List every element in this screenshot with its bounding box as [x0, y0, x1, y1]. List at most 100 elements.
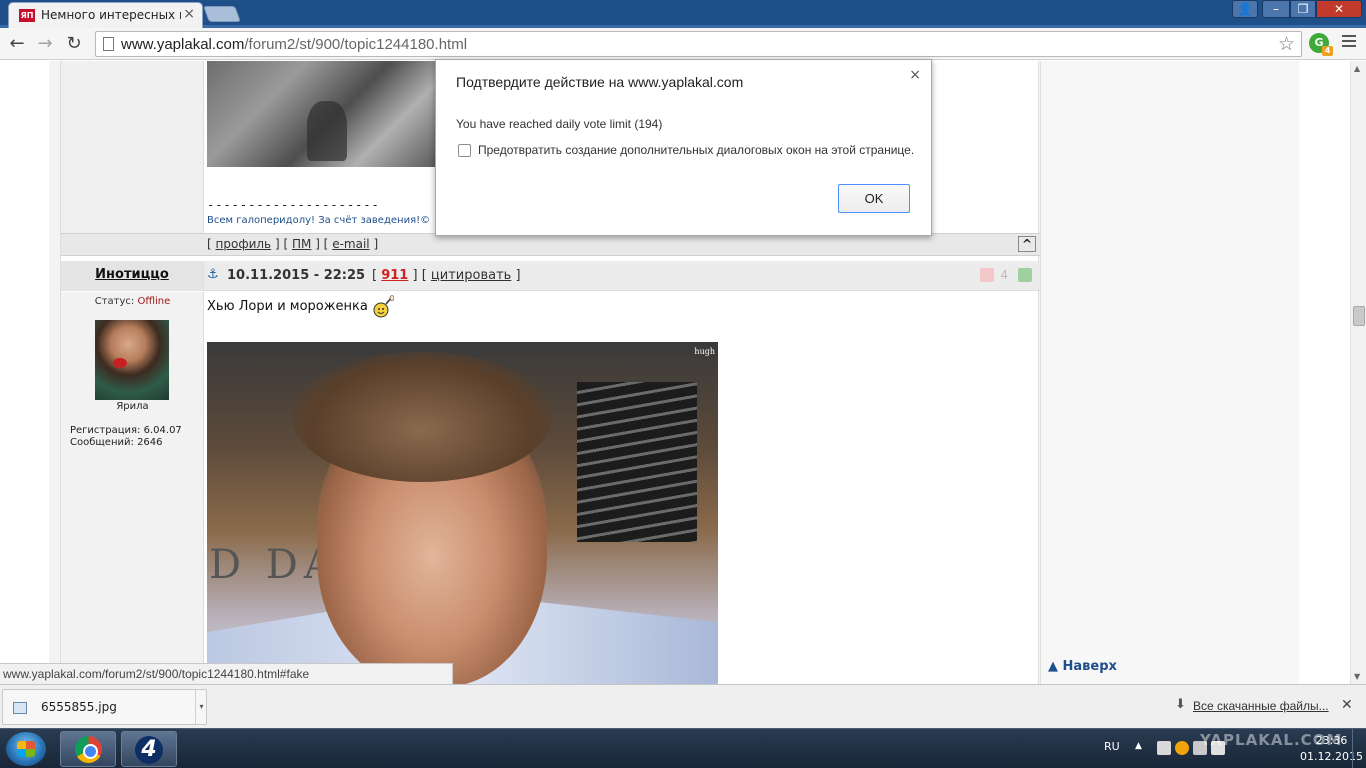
vote-up-icon[interactable] — [1018, 268, 1032, 282]
extension-icon[interactable]: G4 — [1309, 33, 1333, 56]
suppress-dialogs-label[interactable]: Предотвратить создание дополнительных ди… — [478, 143, 914, 157]
new-tab-button[interactable] — [203, 6, 241, 22]
close-window-button[interactable]: ✕ — [1316, 0, 1362, 18]
vote-count: 4 — [1000, 268, 1008, 282]
back-arrow-icon[interactable]: ← — [6, 33, 28, 55]
app-tray-icon[interactable] — [1175, 741, 1189, 755]
previous-post-footer: [ профиль ] [ ПМ ] [ e-mail ] ^ — [61, 233, 1040, 256]
to-top-button[interactable]: ^ — [1017, 236, 1036, 252]
all-downloads-link[interactable]: Все скачанные файлы... — [1193, 699, 1329, 713]
user-status: Статус: Offline — [61, 296, 204, 307]
bracket-close: ] — [373, 237, 379, 251]
scroll-down-arrow-icon[interactable]: ▼ — [1354, 672, 1360, 681]
reg-label: Регистрация: — [70, 425, 141, 436]
bracket-open: [ — [207, 237, 212, 251]
extension-badge: 4 — [1322, 46, 1333, 56]
posts-label: Сообщений: — [70, 437, 134, 448]
channel4-icon: 4 — [135, 736, 163, 764]
smiley-icon — [373, 295, 394, 318]
post-header: Инотиццо ⚓ 10.11.2015 - 22:25 [ 911 ] [ … — [61, 261, 1040, 291]
url-host: www.yaplakal.com — [121, 36, 245, 53]
taskbar-chrome-button[interactable] — [60, 731, 116, 767]
reg-value: 6.04.07 — [143, 425, 182, 436]
bracket-open: [ — [372, 268, 378, 283]
anchor-icon[interactable]: ⚓ — [207, 267, 219, 282]
image-hair — [292, 352, 552, 482]
profile-icon[interactable]: 👤 — [1232, 0, 1258, 18]
tab-title: Немного интересных ист — [41, 8, 181, 22]
dialog-title: Подтвердите действие на www.yaplakal.com — [456, 74, 744, 90]
tab-close-icon[interactable]: × — [183, 6, 195, 22]
url-text[interactable]: www.yaplakal.com/forum2/st/900/topic1244… — [121, 36, 467, 53]
vote-down-icon[interactable] — [980, 268, 994, 282]
flag-tray-icon[interactable] — [1157, 741, 1171, 755]
minimize-button[interactable]: – — [1262, 0, 1290, 18]
browser-titlebar: ЯП Немного интересных ист × 👤 – ❐ ✕ — [0, 0, 1366, 28]
url-path: /forum2/st/900/topic1244180.html — [244, 36, 468, 53]
tray-expand-icon[interactable]: ▲ — [1135, 741, 1142, 751]
pm-link[interactable]: ПМ — [292, 237, 311, 251]
yaplakal-favicon-icon: ЯП — [19, 9, 35, 22]
windows-logo-icon — [17, 741, 35, 757]
address-bar[interactable]: www.yaplakal.com/forum2/st/900/topic1244… — [95, 31, 1302, 57]
browser-toolbar: ← → ↻ www.yaplakal.com/forum2/st/900/top… — [0, 28, 1366, 60]
start-button[interactable] — [6, 732, 46, 766]
quote-link[interactable]: цитировать — [431, 268, 511, 283]
post-image[interactable]: D DA hugh — [207, 342, 718, 684]
bracket-sep: ] [ — [412, 268, 427, 283]
image-background-grill — [577, 382, 697, 542]
bookmark-star-icon[interactable]: ☆ — [1278, 33, 1295, 55]
post-datetime: 10.11.2015 - 22:25 — [227, 268, 366, 283]
ok-button[interactable]: OK — [838, 184, 910, 213]
browser-tab-active[interactable]: ЯП Немного интересных ист × — [8, 2, 203, 28]
post-rating[interactable]: 911 — [381, 268, 408, 283]
dialog-close-icon[interactable]: × — [909, 67, 921, 83]
status-label: Статус: — [94, 296, 135, 307]
bracket-sep: ] [ — [274, 237, 289, 251]
forward-arrow-icon[interactable]: → — [34, 33, 56, 55]
profile-link[interactable]: профиль — [216, 237, 272, 251]
download-menu-arrow-icon[interactable]: ▾ — [195, 690, 207, 724]
right-sidebar — [1040, 61, 1299, 684]
signature-separator: --------------------- — [207, 198, 380, 212]
avatar-caption: Ярила — [116, 401, 149, 412]
posts-value: 2646 — [137, 437, 163, 448]
windows-taskbar: 4 RU ▲ YAPLAKAL.COM 23:36 01.12.2015 — [0, 728, 1366, 768]
dialog-message: You have reached daily vote limit (194) — [456, 117, 663, 131]
confirm-dialog: Подтвердите действие на www.yaplakal.com… — [435, 59, 932, 236]
post-text: Хью Лори и мороженка — [207, 299, 368, 314]
restore-button[interactable]: ❐ — [1290, 0, 1316, 18]
taskbar-channel4-button[interactable]: 4 — [121, 731, 177, 767]
status-bubble-url: www.yaplakal.com/forum2/st/900/topic1244… — [0, 663, 453, 684]
avatar[interactable] — [95, 320, 169, 400]
user-stats: Регистрация: 6.04.07 Сообщений: 2646 — [70, 425, 182, 449]
post-meta: [ 911 ] [ цитировать ] — [372, 268, 521, 283]
page-icon — [103, 37, 114, 51]
download-arrow-icon: ⬇ — [1175, 697, 1186, 712]
email-link[interactable]: e-mail — [332, 237, 369, 251]
show-desktop-button[interactable] — [1352, 729, 1366, 768]
download-shelf: 6555855.jpg ▾ ⬇ Все скачанные файлы... ✕ — [0, 684, 1366, 728]
post-footer-links: [ профиль ] [ ПМ ] [ e-mail ] — [207, 237, 378, 251]
download-item[interactable]: 6555855.jpg ▾ — [2, 689, 207, 725]
language-indicator[interactable]: RU — [1104, 740, 1120, 753]
previous-post-user-column — [61, 61, 204, 235]
suppress-dialogs-checkbox[interactable] — [458, 144, 471, 157]
vertical-scrollbar[interactable]: ▲ ▼ — [1350, 61, 1366, 684]
bracket-close: ] — [515, 268, 521, 283]
download-file-name: 6555855.jpg — [41, 700, 117, 714]
chrome-icon — [75, 736, 102, 763]
status-value: Offline — [137, 296, 171, 307]
previous-post-image[interactable] — [207, 61, 437, 167]
image-file-icon — [13, 702, 27, 714]
post-body: Хью Лори и мороженка D DA hugh — [207, 292, 1037, 684]
reload-icon[interactable]: ↻ — [63, 33, 85, 55]
menu-hamburger-icon[interactable] — [1342, 35, 1356, 49]
scroll-up-arrow-icon[interactable]: ▲ — [1354, 64, 1360, 73]
shelf-close-icon[interactable]: ✕ — [1341, 697, 1353, 713]
scroll-to-top-link[interactable]: ▲ Наверх — [1048, 659, 1117, 674]
scrollbar-thumb[interactable] — [1353, 306, 1365, 326]
post-user-column: Статус: Offline Ярила Регистрация: 6.04.… — [61, 292, 204, 684]
post-author-link[interactable]: Инотиццо — [61, 261, 204, 291]
signature-text: Всем галоперидолу! За счёт заведения!© — [207, 215, 431, 226]
